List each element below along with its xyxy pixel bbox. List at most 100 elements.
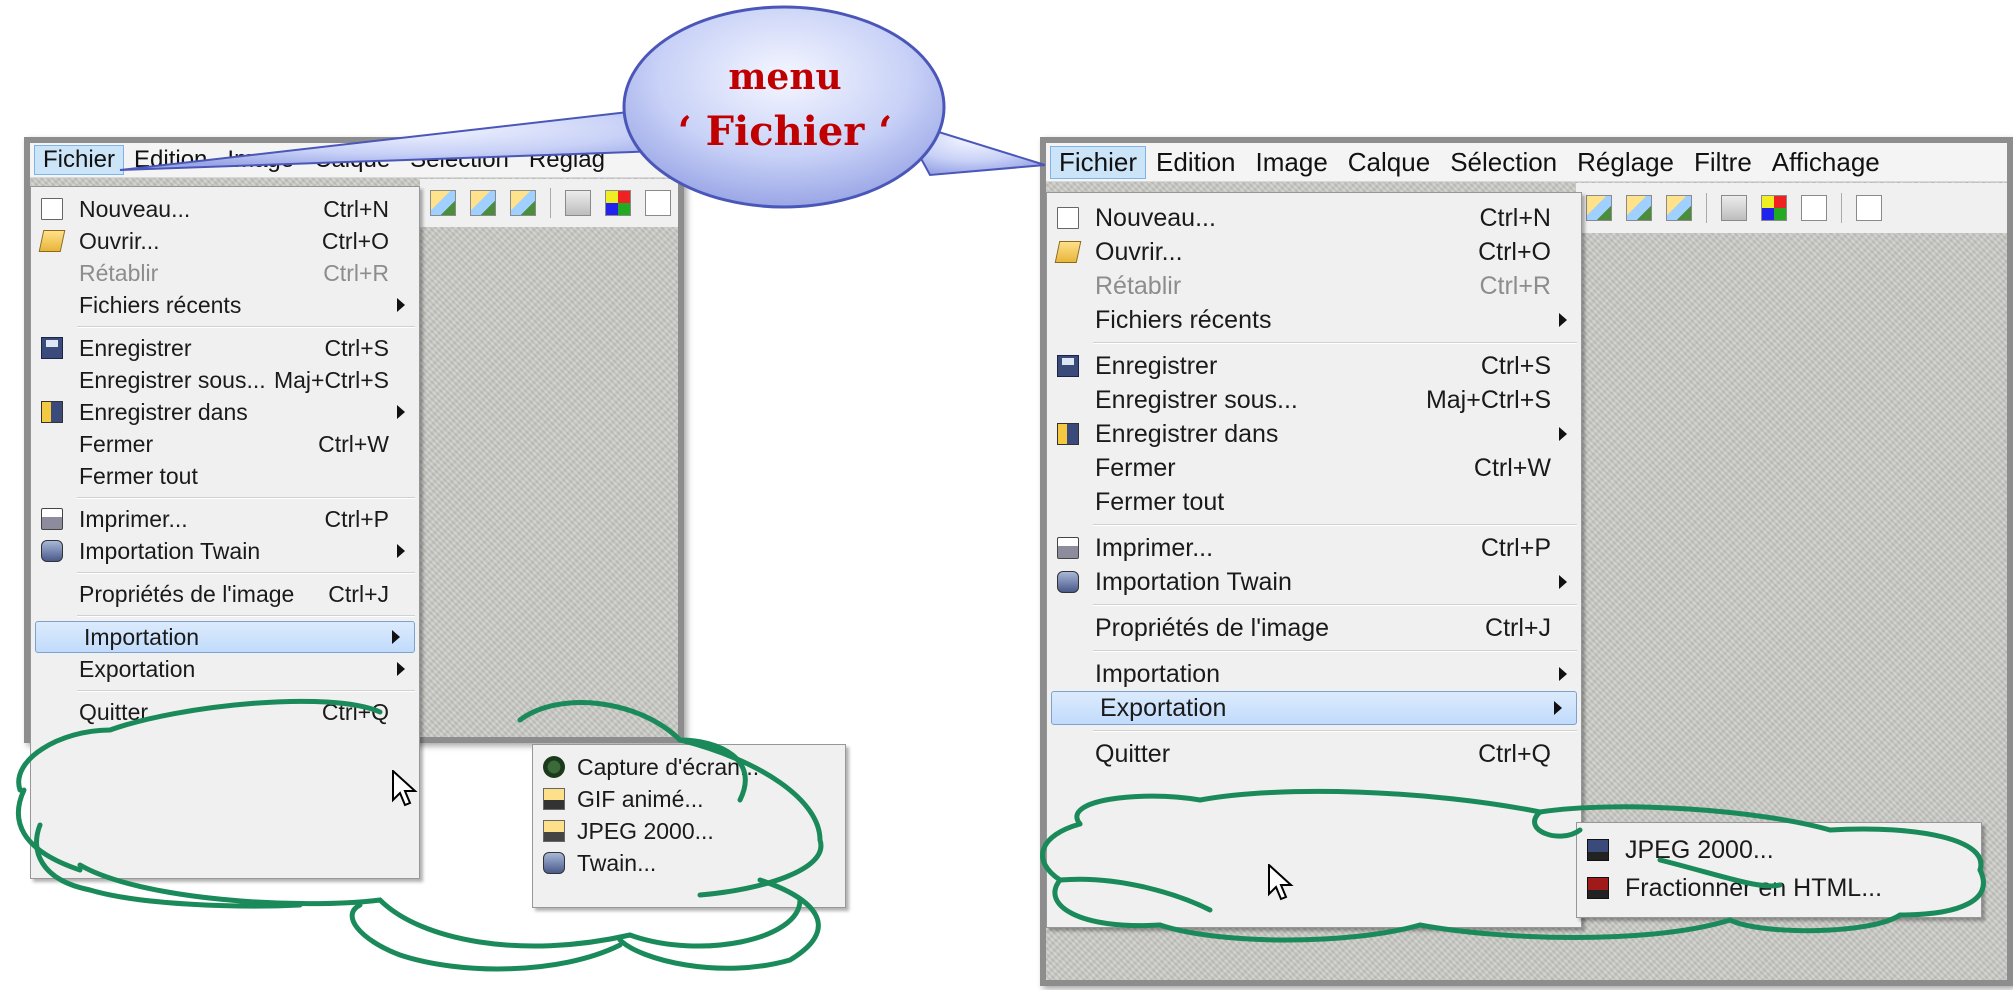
menu-fichier[interactable]: Fichier — [34, 145, 125, 175]
menu-selection[interactable]: Sélection — [400, 146, 519, 174]
menu-item-propriétés-de-l-image[interactable]: Propriétés de l'image Ctrl+J — [1047, 611, 1581, 645]
menu-separator — [1093, 604, 1577, 606]
color-palette-icon[interactable] — [605, 190, 631, 216]
menu-item-imprimer[interactable]: Imprimer... Ctrl+P — [31, 503, 419, 535]
menu-item-shortcut: Maj+Ctrl+S — [1425, 385, 1551, 414]
menu-item-fermer-tout[interactable]: Fermer tout — [31, 460, 419, 492]
menu-item-ouvrir[interactable]: Ouvrir... Ctrl+O — [31, 225, 419, 257]
menu-item-importation-twain[interactable]: Importation Twain — [31, 535, 419, 567]
menu-item-enregistrer[interactable]: Enregistrer Ctrl+S — [1047, 349, 1581, 383]
toolbar-separator — [1841, 193, 1842, 223]
menu-item-label: Quitter — [79, 698, 149, 725]
image-tool-icon[interactable] — [470, 190, 496, 216]
menu-calque[interactable]: Calque — [304, 146, 400, 174]
menu-item-label: Imprimer... — [79, 505, 188, 532]
menu-item-enregistrer[interactable]: Enregistrer Ctrl+S — [31, 332, 419, 364]
menu-item-quitter[interactable]: Quitter Ctrl+Q — [31, 696, 419, 728]
menu-item-label: Twain... — [577, 849, 657, 876]
gray-tool-icon[interactable] — [1721, 195, 1747, 221]
twain-icon — [1057, 571, 1079, 593]
menu-image[interactable]: Image — [1246, 147, 1338, 178]
menu-item-rétablir[interactable]: Rétablir Ctrl+R — [1047, 269, 1581, 303]
menu-item-nouveau[interactable]: Nouveau... Ctrl+N — [1047, 201, 1581, 235]
jpeg2000-folder-icon — [543, 820, 565, 842]
image-tool-icon[interactable] — [1666, 195, 1692, 221]
submenu-arrow-icon — [1559, 575, 1567, 589]
menu-item-quitter[interactable]: Quitter Ctrl+Q — [1047, 737, 1581, 771]
document-tool-icon[interactable] — [645, 190, 671, 216]
menu-item-importation-twain[interactable]: Importation Twain — [1047, 565, 1581, 599]
menu-item-label: Importation Twain — [79, 537, 261, 564]
menu-item-label: Imprimer... — [1095, 533, 1214, 562]
open-folder-icon — [38, 230, 66, 252]
menu-item-fichiers-récents[interactable]: Fichiers récents — [1047, 303, 1581, 337]
menu-item-fractionner-en-html[interactable]: Fractionner en HTML... — [1577, 869, 1981, 907]
document-tool-icon[interactable] — [1856, 195, 1882, 221]
menu-item-capture-d-écran[interactable]: Capture d'écran... — [533, 751, 845, 783]
menu-calque[interactable]: Calque — [1338, 147, 1440, 178]
menu-edition[interactable]: Edition — [1146, 147, 1246, 178]
image-tool-icon[interactable] — [430, 190, 456, 216]
menu-item-label: Quitter — [1095, 739, 1171, 768]
submenu-arrow-icon — [397, 662, 405, 676]
menu-item-importation[interactable]: Importation — [1047, 657, 1581, 691]
menu-item-rétablir[interactable]: Rétablir Ctrl+R — [31, 257, 419, 289]
menu-edition[interactable]: Edition — [124, 146, 217, 174]
menu-item-exportation[interactable]: Exportation — [31, 653, 419, 685]
menu-item-enregistrer-sous[interactable]: Enregistrer sous... Maj+Ctrl+S — [31, 364, 419, 396]
image-tool-icon[interactable] — [510, 190, 536, 216]
menu-item-jpeg-2000[interactable]: JPEG 2000... — [1577, 831, 1981, 869]
menu-item-exportation[interactable]: Exportation — [1051, 691, 1577, 725]
gray-tool-icon[interactable] — [565, 190, 591, 216]
menu-item-enregistrer-dans[interactable]: Enregistrer dans — [1047, 417, 1581, 451]
menu-item-importation[interactable]: Importation — [35, 621, 415, 653]
menu-separator — [1093, 730, 1577, 732]
jpeg2000-save-icon — [1587, 839, 1609, 861]
export-submenu: JPEG 2000... Fractionner en HTML... — [1576, 822, 1982, 918]
document-tool-icon[interactable] — [1801, 195, 1827, 221]
menu-item-propriétés-de-l-image[interactable]: Propriétés de l'image Ctrl+J — [31, 578, 419, 610]
menu-reglage[interactable]: Réglage — [1567, 147, 1684, 178]
twain-icon — [41, 540, 63, 562]
twain-icon — [543, 852, 565, 874]
menu-item-gif-animé[interactable]: GIF animé... — [533, 783, 845, 815]
menu-item-twain[interactable]: Twain... — [533, 847, 845, 879]
menu-separator — [77, 614, 415, 617]
color-palette-icon[interactable] — [1761, 195, 1787, 221]
menu-item-label: JPEG 2000... — [577, 817, 714, 844]
menu-item-shortcut: Ctrl+J — [328, 580, 389, 607]
menu-item-shortcut: Ctrl+O — [321, 227, 389, 254]
menu-item-label: Rétablir — [79, 259, 159, 286]
menu-item-fermer[interactable]: Fermer Ctrl+W — [1047, 451, 1581, 485]
menu-item-label: JPEG 2000... — [1625, 835, 1774, 864]
open-folder-icon — [1054, 241, 1082, 263]
menu-item-label: Propriétés de l'image — [1095, 613, 1330, 642]
menu-filtre[interactable]: Filtre — [1684, 147, 1762, 178]
menu-separator — [77, 571, 415, 574]
menu-fichier[interactable]: Fichier — [1050, 145, 1147, 179]
menu-item-shortcut: Ctrl+N — [323, 195, 389, 222]
menu-item-label: Exportation — [79, 655, 196, 682]
image-tool-icon[interactable] — [1626, 195, 1652, 221]
menu-item-fichiers-récents[interactable]: Fichiers récents — [31, 289, 419, 321]
menu-item-enregistrer-dans[interactable]: Enregistrer dans — [31, 396, 419, 428]
import-submenu: Capture d'écran... GIF animé... JPEG 2000.… — [532, 744, 846, 908]
menu-selection[interactable]: Sélection — [1440, 147, 1567, 178]
menu-item-label: Enregistrer dans — [79, 398, 248, 425]
menu-item-nouveau[interactable]: Nouveau... Ctrl+N — [31, 193, 419, 225]
menu-item-label: Fermer tout — [1095, 487, 1225, 516]
menu-item-jpeg-2000[interactable]: JPEG 2000... — [533, 815, 845, 847]
menu-item-label: Importation — [84, 623, 200, 650]
menu-affichage[interactable]: Affichage — [1762, 147, 1890, 178]
menu-item-imprimer[interactable]: Imprimer... Ctrl+P — [1047, 531, 1581, 565]
callout-line-2: ‘ Fichier ‘ — [677, 108, 893, 155]
menu-image[interactable]: Image — [217, 146, 304, 174]
menu-item-fermer-tout[interactable]: Fermer tout — [1047, 485, 1581, 519]
menu-item-fermer[interactable]: Fermer Ctrl+W — [31, 428, 419, 460]
menu-item-shortcut: Ctrl+Q — [1478, 739, 1551, 768]
menu-item-ouvrir[interactable]: Ouvrir... Ctrl+O — [1047, 235, 1581, 269]
image-tool-icon[interactable] — [1586, 195, 1612, 221]
menu-reglage[interactable]: Réglag — [519, 146, 615, 174]
menu-item-shortcut: Ctrl+P — [1480, 533, 1551, 562]
menu-item-enregistrer-sous[interactable]: Enregistrer sous... Maj+Ctrl+S — [1047, 383, 1581, 417]
